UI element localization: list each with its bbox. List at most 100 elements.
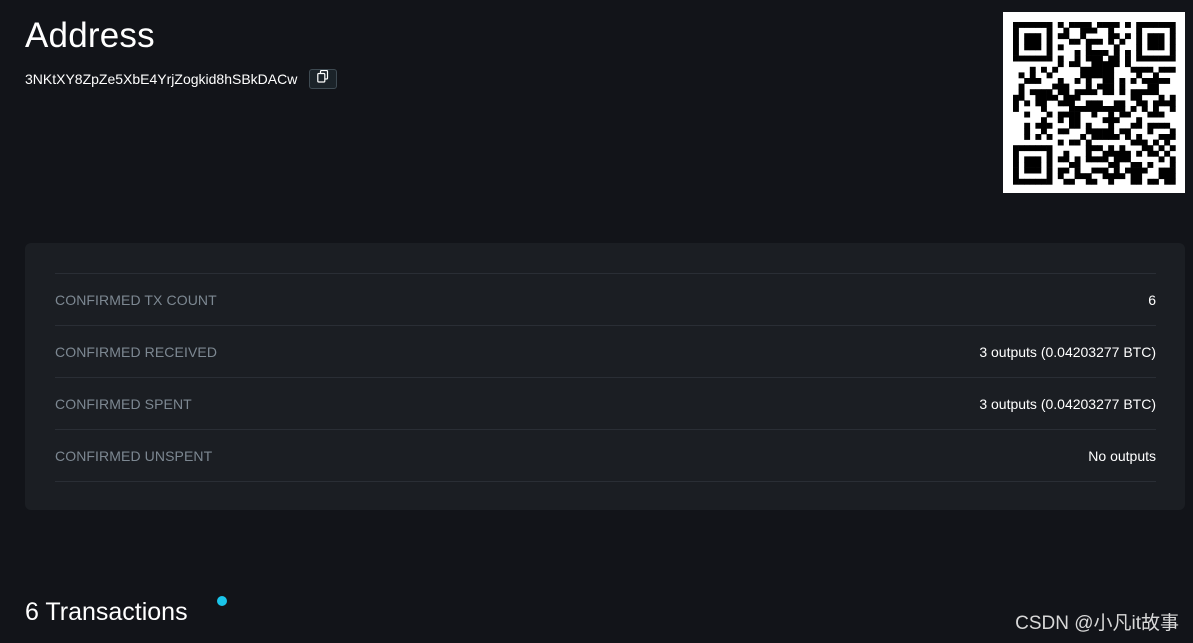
qr-module (1136, 33, 1143, 40)
qr-module (1147, 55, 1154, 62)
qr-module (1147, 150, 1154, 157)
qr-module (1102, 117, 1109, 124)
qr-module (1057, 22, 1064, 28)
qr-module (1063, 167, 1070, 174)
qr-module (1097, 106, 1103, 112)
qr-module (1125, 33, 1131, 40)
qr-module (1069, 22, 1075, 28)
qr-module (1013, 100, 1019, 107)
qr-module (1141, 78, 1148, 84)
qr-module (1091, 89, 1098, 96)
qr-module (1153, 100, 1159, 107)
qr-module (1141, 66, 1148, 73)
qr-module (1147, 145, 1154, 152)
qr-module (1085, 122, 1092, 129)
qr-module (1091, 55, 1098, 62)
qr-module (1035, 162, 1042, 168)
qr-module (1153, 38, 1159, 45)
qr-module (1136, 50, 1143, 56)
qr-module (1013, 38, 1019, 45)
qr-module (1013, 44, 1019, 51)
qr-module (1158, 33, 1165, 40)
qr-module (1074, 156, 1081, 163)
qr-module (1113, 162, 1120, 168)
qr-module (1119, 128, 1126, 135)
qr-module (1153, 139, 1159, 146)
qr-module (1141, 145, 1148, 152)
qr-module (1029, 178, 1036, 185)
qr-module (1119, 173, 1126, 180)
qr-module (1158, 134, 1165, 140)
stat-label: CONFIRMED TX COUNT (55, 291, 217, 308)
qr-module (1018, 89, 1025, 96)
qr-module (1035, 178, 1042, 185)
qr-module (1164, 173, 1171, 180)
qr-module (1119, 150, 1126, 157)
qr-module (1136, 100, 1143, 107)
qr-module (1169, 55, 1176, 62)
qr-module (1035, 33, 1042, 40)
qr-module (1125, 61, 1131, 68)
qr-module (1158, 44, 1165, 51)
qr-module (1141, 100, 1148, 107)
qr-module (1046, 72, 1053, 79)
qr-module (1074, 117, 1081, 124)
qr-module (1046, 50, 1053, 56)
qr-module (1041, 89, 1047, 96)
copy-address-button[interactable] (309, 69, 338, 89)
qr-module (1097, 72, 1103, 79)
qr-module (1136, 66, 1143, 73)
qr-module (1063, 100, 1070, 107)
qr-module (1119, 106, 1126, 112)
qr-module (1057, 128, 1064, 135)
qr-module (1013, 162, 1019, 168)
qr-module (1085, 44, 1092, 51)
qr-module (1080, 173, 1087, 180)
qr-module (1097, 55, 1103, 62)
qr-module (1130, 122, 1137, 129)
qr-module (1018, 94, 1025, 101)
qr-module (1113, 150, 1120, 157)
qr-module (1158, 173, 1165, 180)
qr-module (1153, 44, 1159, 51)
qr-module (1069, 94, 1075, 101)
qr-module (1024, 78, 1031, 84)
qr-module (1169, 167, 1176, 174)
qr-module (1169, 173, 1176, 180)
qr-module (1024, 44, 1031, 51)
qr-module (1169, 178, 1176, 185)
qr-module (1035, 145, 1042, 152)
qr-module (1136, 38, 1143, 45)
qr-module (1080, 22, 1087, 28)
qr-module (1041, 106, 1047, 112)
qr-module (1085, 89, 1092, 96)
qr-module (1158, 22, 1165, 28)
qr-module (1158, 156, 1165, 163)
qr-module (1029, 44, 1036, 51)
qr-module (1041, 117, 1047, 124)
stat-value: 3 outputs (0.04203277 BTC) (979, 395, 1156, 412)
qr-module (1141, 55, 1148, 62)
qr-module (1057, 55, 1064, 62)
qr-module (1147, 89, 1154, 96)
qr-module (1102, 83, 1109, 90)
qr-module (1024, 55, 1031, 62)
qr-module (1108, 72, 1115, 79)
qr-module (1041, 128, 1047, 135)
qr-module (1013, 167, 1019, 174)
qr-module (1074, 78, 1081, 84)
qr-module (1125, 128, 1131, 135)
qr-module (1113, 156, 1120, 163)
qr-module (1108, 22, 1115, 28)
qr-module (1169, 100, 1176, 107)
qr-module (1091, 134, 1098, 140)
qr-module (1085, 128, 1092, 135)
qr-module (1063, 178, 1070, 185)
qr-module (1091, 61, 1098, 68)
qr-module (1046, 156, 1053, 163)
qr-module (1108, 61, 1115, 68)
qr-module (1029, 66, 1036, 73)
qr-module (1136, 117, 1143, 124)
qr-module (1091, 106, 1098, 112)
qr-module (1074, 162, 1081, 168)
